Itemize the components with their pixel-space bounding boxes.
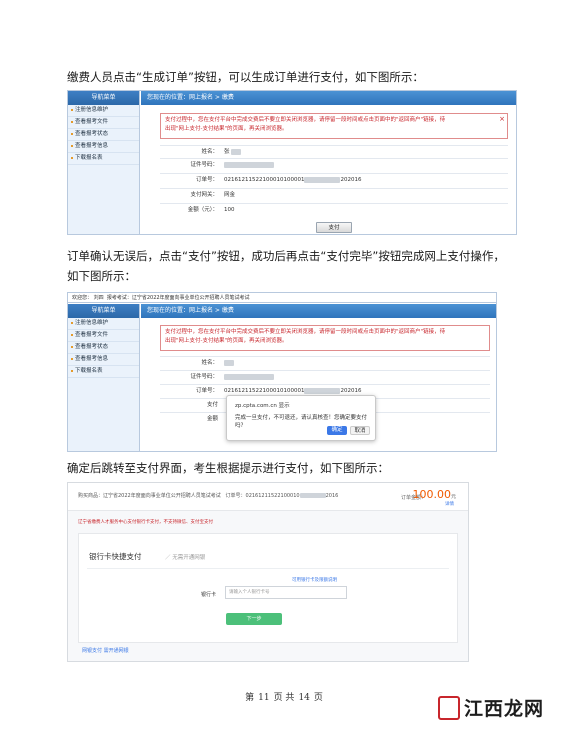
nav-item-register[interactable]: 注册信息维护 — [68, 318, 139, 330]
intro-paragraph-3: 确定后跳转至支付界面，考生根据提示进行支付，如下图所示： — [67, 461, 389, 475]
field-amount: 金额（元）： 100 — [160, 203, 508, 216]
order-description: 购买商品：辽宁省2022年度面向事业单位公开招聘人员笔试考试 — [78, 493, 221, 499]
nav-item-status[interactable]: 查看报考状态 — [68, 342, 139, 354]
page-number: 11 — [258, 693, 270, 703]
redaction-mask — [224, 161, 274, 168]
card-label: 银行卡 — [201, 592, 217, 598]
order-amount: 100.00元 — [412, 488, 456, 501]
redaction-mask — [224, 359, 234, 366]
nav-item-files[interactable]: 查看报考文件 — [68, 330, 139, 342]
dialog-cancel-button[interactable]: 取消 — [350, 426, 370, 435]
next-step-button[interactable]: 下一步 — [226, 613, 282, 625]
netbank-option[interactable]: 网银支付 需开通网银 — [82, 647, 129, 654]
dialog-title: zp.cpta.com.cn 显示 — [235, 403, 290, 409]
redaction-mask — [299, 493, 326, 498]
redaction-mask — [224, 373, 274, 380]
payment-warning: 辽宁省缴费人才服务中心支付银行卡支付，不支持微信、支付宝支付 — [78, 520, 213, 525]
intro-paragraph-1: 缴费人员点击“生成订单”按钮，可以生成订单进行支付，如下图所示： — [67, 70, 424, 84]
field-gateway: 支付网关： 网金 — [160, 188, 508, 201]
details-link[interactable]: 详情 — [445, 501, 454, 507]
payment-notice: 支付过程中，您在支付平台中完成交费后不要立即关闭浏览器，请停留一段时间或点击页面… — [160, 325, 490, 351]
screenshot-payment-page: 购买商品：辽宁省2022年度面向事业单位公开招聘人员笔试考试 订单号：02161… — [67, 482, 469, 662]
field-name: 姓名： — [160, 356, 490, 369]
nav-menu: 导航菜单 注册信息维护 查看报考文件 查看报考状态 查看报考信息 下载报名表 — [68, 91, 140, 234]
quick-pay-panel: 银行卡快捷支付 ／ 无需开通网银 可用银行卡及限额说明 银行卡 请输入个人银行卡… — [78, 533, 458, 643]
nav-item-info[interactable]: 查看报考信息 — [68, 141, 139, 153]
redaction-mask — [304, 387, 341, 394]
breadcrumb: 您现在的位置：网上报名 > 缴费 — [141, 304, 496, 318]
nav-menu-title: 导航菜单 — [68, 91, 139, 105]
supported-cards-link[interactable]: 可用银行卡及限额说明 — [292, 577, 337, 583]
nav-menu: 导航菜单 注册信息维护 查看报考文件 查看报考状态 查看报考信息 下载报名表 — [68, 304, 140, 451]
nav-item-status[interactable]: 查看报考状态 — [68, 129, 139, 141]
order-number: 订单号：02161211522100010 — [225, 493, 300, 499]
nav-item-download[interactable]: 下载报名表 — [68, 153, 139, 165]
pay-button[interactable]: 支付 — [316, 222, 352, 233]
redaction-mask — [231, 148, 242, 155]
field-id-number: 证件号码： — [160, 370, 490, 383]
site-watermark: 江西龙网 — [438, 690, 558, 728]
logo-icon — [438, 696, 460, 720]
confirm-dialog: zp.cpta.com.cn 显示 完成一旦支付，不可退还，请认真核查！您确定要… — [226, 395, 376, 441]
screenshot-confirm: 欢迎您： 刘四 报考考试：辽宁省2022年度面向事业单位公开招聘人员笔试考试 导… — [67, 292, 497, 452]
divider — [87, 568, 449, 569]
nav-menu-title: 导航菜单 — [68, 304, 139, 318]
close-icon[interactable]: × — [499, 115, 505, 124]
screenshot-order: 导航菜单 注册信息维护 查看报考文件 查看报考状态 查看报考信息 下载报名表 您… — [67, 90, 517, 235]
field-id-number: 证件号码： — [160, 158, 508, 171]
quick-pay-title: 银行卡快捷支付 — [89, 552, 142, 561]
user-info-strip: 欢迎您： 刘四 报考考试：辽宁省2022年度面向事业单位公开招聘人员笔试考试 — [68, 293, 496, 303]
watermark-text: 江西龙网 — [464, 698, 545, 720]
nav-item-info[interactable]: 查看报考信息 — [68, 354, 139, 366]
redaction-mask — [304, 176, 341, 183]
payment-notice: 支付过程中，您在支付平台中完成交费后不要立即关闭浏览器，请停留一段时间或点击页面… — [160, 113, 508, 139]
nav-item-download[interactable]: 下载报名表 — [68, 366, 139, 378]
intro-paragraph-2: 订单确认无误后，点击“支付”按钮，成功后再点击“支付完毕”按钮完成网上支付操作，… — [67, 249, 505, 283]
nav-item-register[interactable]: 注册信息维护 — [68, 105, 139, 117]
payment-header: 购买商品：辽宁省2022年度面向事业单位公开招聘人员笔试考试 订单号：02161… — [68, 483, 468, 511]
dialog-ok-button[interactable]: 确定 — [327, 426, 347, 435]
breadcrumb: 您现在的位置：网上报名 > 缴费 — [141, 91, 516, 105]
nav-item-files[interactable]: 查看报考文件 — [68, 117, 139, 129]
quick-pay-subtitle: ／ 无需开通网银 — [165, 555, 206, 561]
card-number-input[interactable]: 请输入个人银行卡号 — [225, 586, 347, 599]
field-order-number: 订单号： 02161211522100010100001 202016 — [160, 173, 508, 186]
page-total: 14 — [298, 693, 310, 703]
field-name: 姓名： 张 — [160, 145, 508, 158]
